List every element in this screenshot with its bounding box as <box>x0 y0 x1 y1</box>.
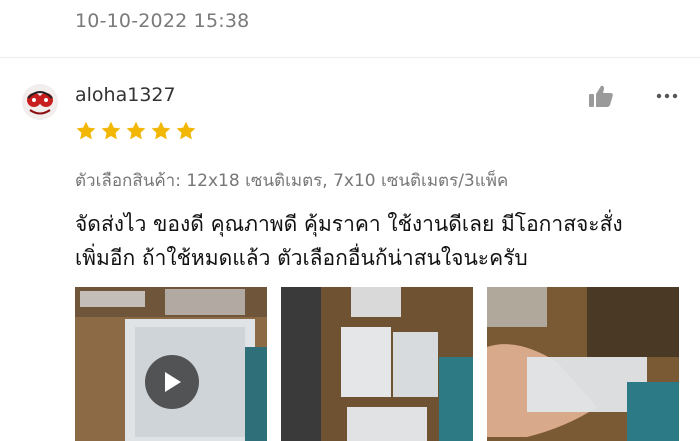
star-icon <box>101 121 121 140</box>
star-icon <box>126 121 146 140</box>
reviewer-username[interactable]: aloha1327 <box>75 84 176 106</box>
avatar-image <box>22 84 58 120</box>
more-button[interactable] <box>654 86 680 106</box>
photo-thumbnail-image <box>281 287 473 441</box>
star-rating <box>75 120 197 142</box>
photo-thumbnail-image <box>487 287 679 441</box>
review-text-line: เพิ่มอีก ถ้าใช้หมดแล้ว ตัวเลือกอื่นก้น่า… <box>75 246 528 270</box>
star-icon <box>176 121 196 140</box>
thumbs-up-icon <box>589 85 613 107</box>
star-icon <box>76 121 96 140</box>
review-photo-thumbnail[interactable] <box>487 287 679 441</box>
like-button[interactable] <box>588 84 614 108</box>
avatar[interactable] <box>22 84 58 120</box>
divider <box>0 57 700 58</box>
review-video-thumbnail[interactable] <box>75 287 267 441</box>
star-icon <box>151 121 171 140</box>
play-button[interactable] <box>145 355 199 409</box>
review-photo-thumbnail[interactable] <box>281 287 473 441</box>
play-icon <box>165 372 181 392</box>
review-text: จัดส่งไว ของดี คุณภาพดี คุ้มราคา ใช้งานด… <box>75 207 685 275</box>
more-dots-icon <box>656 93 678 99</box>
review-text-line: จัดส่งไว ของดี คุณภาพดี คุ้มราคา ใช้งานด… <box>75 212 623 236</box>
previous-review-date: 10-10-2022 15:38 <box>75 10 250 32</box>
product-variant: ตัวเลือกสินค้า: 12x18 เซนติเมตร, 7x10 เซ… <box>75 171 509 191</box>
